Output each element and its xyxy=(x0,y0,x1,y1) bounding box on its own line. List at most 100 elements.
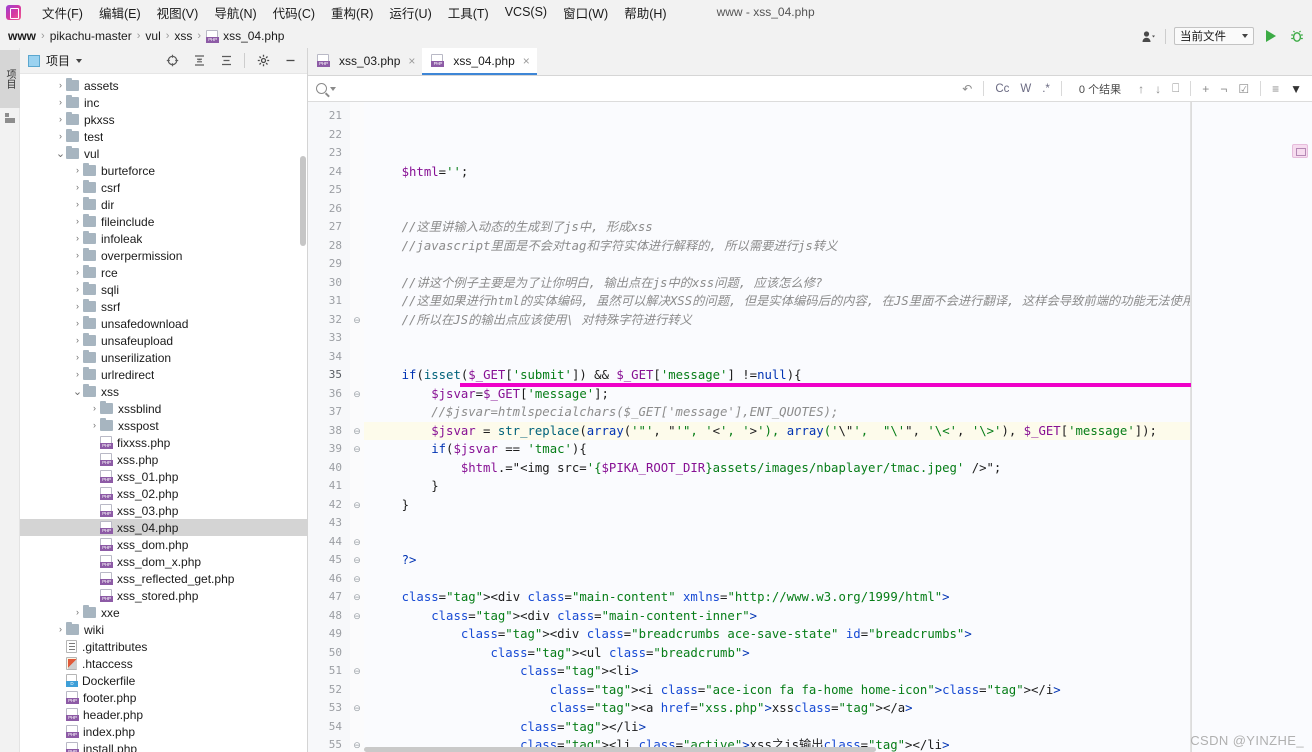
tree-item-ssrf[interactable]: › ssrf xyxy=(20,298,307,315)
fold-marker-icon[interactable]: ⊖ xyxy=(350,533,364,552)
code-line[interactable] xyxy=(364,533,1191,552)
tree-item-unsafeupload[interactable]: › unsafeupload xyxy=(20,332,307,349)
expand-arrow-icon[interactable]: › xyxy=(72,166,83,175)
expand-arrow-icon[interactable]: › xyxy=(55,132,66,141)
debug-icon[interactable] xyxy=(1288,27,1306,45)
expand-arrow-icon[interactable]: › xyxy=(72,319,83,328)
expand-arrow-icon[interactable]: › xyxy=(55,115,66,124)
user-icon[interactable] xyxy=(1139,27,1157,45)
code-line[interactable] xyxy=(364,255,1191,274)
code-line[interactable]: class="tag"><i class="ace-icon fa fa-hom… xyxy=(364,681,1191,700)
code-line[interactable] xyxy=(364,570,1191,589)
code-editor[interactable]: 21 22 23 24 25 26 27 28 29 30 31 32 33 34 35 36 37 38 39 40… xyxy=(308,102,1312,752)
reset-icon[interactable]: ↶ xyxy=(962,82,972,96)
minimize-icon[interactable] xyxy=(281,52,299,70)
code-line[interactable] xyxy=(364,348,1191,367)
tree-item-xss_stored-php[interactable]: xss_stored.php xyxy=(20,587,307,604)
close-icon[interactable]: × xyxy=(408,54,415,68)
structure-icon[interactable] xyxy=(4,112,16,124)
code-line[interactable]: //所以在JS的输出点应该使用\ 对特殊字符进行转义 xyxy=(364,311,1191,330)
code-line[interactable]: //这里讲输入动态的生成到了js中, 形成xss xyxy=(364,218,1191,237)
tree-item-sqli[interactable]: › sqli xyxy=(20,281,307,298)
code-line[interactable]: //$jsvar=htmlspecialchars($_GET['message… xyxy=(364,403,1191,422)
code-line[interactable]: class="tag"><div class="main-content" xm… xyxy=(364,588,1191,607)
filter-icon[interactable]: ▼ xyxy=(1290,82,1302,96)
expand-arrow-icon[interactable]: › xyxy=(72,370,83,379)
fold-marker-icon[interactable]: ⊖ xyxy=(350,588,364,607)
editor-tab-xss-04[interactable]: xss_04.php × xyxy=(422,48,537,75)
add-line-icon[interactable]: + xyxy=(1202,82,1209,96)
tree-item-test[interactable]: › test xyxy=(20,128,307,145)
fold-marker-icon[interactable]: ⊖ xyxy=(350,662,364,681)
tree-item-unserilization[interactable]: › unserilization xyxy=(20,349,307,366)
tree-item-xss[interactable]: ⌄ xss xyxy=(20,383,307,400)
tree-item-vul[interactable]: ⌄ vul xyxy=(20,145,307,162)
check-line-icon[interactable]: ☑ xyxy=(1238,82,1249,96)
code-line[interactable] xyxy=(364,181,1191,200)
menu-item-vcs[interactable]: VCS(S) xyxy=(497,3,555,21)
tree-item-xss-php[interactable]: xss.php xyxy=(20,451,307,468)
code-line[interactable] xyxy=(364,514,1191,533)
fold-marker-icon[interactable]: ⊖ xyxy=(350,607,364,626)
fold-marker-icon[interactable]: ⊖ xyxy=(350,736,364,752)
code-folding-gutter[interactable]: ⊖ ⊖ ⊖ ⊖ ⊖ ⊖ ⊖ ⊖ ⊖ ⊖ ⊖ ⊖ ⊖ xyxy=(350,102,364,752)
close-icon[interactable]: × xyxy=(523,54,530,68)
code-line[interactable]: $html=''; xyxy=(364,163,1191,182)
menu-item-code[interactable]: 代码(C) xyxy=(265,1,323,24)
expand-arrow-icon[interactable]: › xyxy=(72,234,83,243)
tree-item-header-php[interactable]: header.php xyxy=(20,706,307,723)
tree-item-fileinclude[interactable]: › fileinclude xyxy=(20,213,307,230)
code-line[interactable]: } xyxy=(364,496,1191,515)
collapse-all-icon[interactable] xyxy=(190,52,208,70)
fold-marker-icon[interactable]: ⊖ xyxy=(350,699,364,718)
expand-arrow-icon[interactable]: › xyxy=(72,217,83,226)
breadcrumb-item-xss[interactable]: xss xyxy=(174,29,192,43)
expand-arrow-icon[interactable]: › xyxy=(72,251,83,260)
locate-icon[interactable] xyxy=(163,52,181,70)
menu-item-view[interactable]: 视图(V) xyxy=(149,1,207,24)
code-line[interactable]: class="tag"><div class="breadcrumbs ace-… xyxy=(364,625,1191,644)
tree-item-urlredirect[interactable]: › urlredirect xyxy=(20,366,307,383)
expand-arrow-icon[interactable]: › xyxy=(89,404,100,413)
expand-arrow-icon[interactable]: › xyxy=(72,183,83,192)
fold-marker-icon[interactable]: ⊖ xyxy=(350,422,364,441)
menu-item-navigate[interactable]: 导航(N) xyxy=(206,1,264,24)
code-line[interactable] xyxy=(364,200,1191,219)
select-all-icon[interactable]: ⎕ xyxy=(1172,81,1179,96)
tree-item-xss_dom-php[interactable]: xss_dom.php xyxy=(20,536,307,553)
search-input[interactable] xyxy=(339,81,569,96)
code-line[interactable]: //javascript里面是不会对tag和字符实体进行解释的, 所以需要进行j… xyxy=(364,237,1191,256)
menu-item-file[interactable]: 文件(F) xyxy=(34,1,91,24)
breadcrumb-item-vul[interactable]: vul xyxy=(145,29,160,43)
expand-arrow-icon[interactable]: › xyxy=(72,302,83,311)
code-line[interactable]: //这里如果进行html的实体编码, 虽然可以解决XSS的问题, 但是实体编码后… xyxy=(364,292,1191,311)
code-line[interactable]: //讲这个例子主要是为了让你明白, 输出点在js中的xss问题, 应该怎么修? xyxy=(364,274,1191,293)
tree-item--gitattributes[interactable]: .gitattributes xyxy=(20,638,307,655)
regex-toggle[interactable]: .* xyxy=(1042,83,1050,95)
menu-item-refactor[interactable]: 重构(R) xyxy=(323,1,381,24)
code-line[interactable]: $jsvar = str_replace(array('"', "'", '<'… xyxy=(364,421,1191,440)
code-line[interactable]: $jsvar=$_GET['message']; xyxy=(364,385,1191,404)
tree-item-xss_dom_x-php[interactable]: xss_dom_x.php xyxy=(20,553,307,570)
tree-item-csrf[interactable]: › csrf xyxy=(20,179,307,196)
expand-arrow-icon[interactable]: › xyxy=(89,421,100,430)
editor-tab-xss-03[interactable]: xss_03.php × xyxy=(308,48,423,75)
expand-arrow-icon[interactable]: › xyxy=(72,336,83,345)
fold-marker-icon[interactable]: ⊖ xyxy=(350,385,364,404)
run-configuration-selector[interactable]: 当前文件 xyxy=(1174,27,1254,45)
tree-item--htaccess[interactable]: .htaccess xyxy=(20,655,307,672)
expand-arrow-icon[interactable]: › xyxy=(72,200,83,209)
code-line[interactable]: $html.="<img src='{$PIKA_ROOT_DIR}assets… xyxy=(364,459,1191,478)
tree-item-index-php[interactable]: index.php xyxy=(20,723,307,740)
expand-arrow-icon[interactable]: › xyxy=(72,608,83,617)
tree-item-xss_02-php[interactable]: xss_02.php xyxy=(20,485,307,502)
fold-marker-icon[interactable]: ⊖ xyxy=(350,496,364,515)
image-preview-icon[interactable] xyxy=(1292,144,1308,158)
tree-item-xss_01-php[interactable]: xss_01.php xyxy=(20,468,307,485)
tree-item-xsspost[interactable]: › xsspost xyxy=(20,417,307,434)
run-icon[interactable] xyxy=(1262,27,1280,45)
breadcrumb-item-pikachu-master[interactable]: pikachu-master xyxy=(50,29,132,43)
menu-item-tools[interactable]: 工具(T) xyxy=(440,1,497,24)
expand-arrow-icon[interactable]: ⌄ xyxy=(55,148,66,159)
breadcrumb-item-www[interactable]: www xyxy=(8,29,36,43)
